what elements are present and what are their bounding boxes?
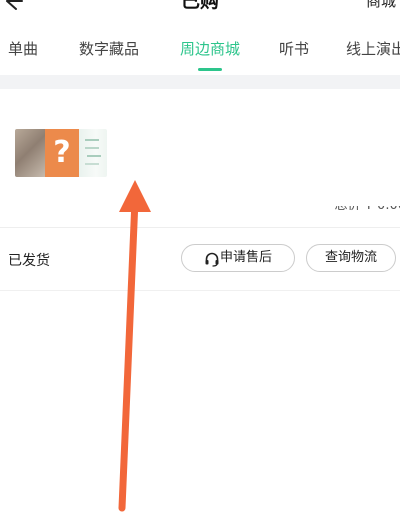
top-nav-bar: 已购 商城 xyxy=(0,0,400,20)
thumbnail-blurred-card xyxy=(79,129,107,177)
product-thumbnail[interactable]: ? xyxy=(15,129,107,177)
track-logistics-label: 查询物流 xyxy=(324,250,377,265)
page-title: 已购 xyxy=(180,0,219,12)
tab-audiobooks[interactable]: 听书 xyxy=(279,38,309,60)
headset-icon xyxy=(205,252,219,267)
card-divider xyxy=(0,227,400,228)
order-card[interactable]: ? 总价 ¥ 0.00 已发货 申请售后 查询物流 xyxy=(0,89,400,291)
section-gap xyxy=(0,75,400,89)
card-bottom-divider xyxy=(0,290,400,291)
order-status: 已发货 xyxy=(8,253,50,269)
question-mark-icon: ? xyxy=(45,129,79,177)
after-sale-label: 申请售后 xyxy=(220,250,273,265)
tab-digital-collectibles[interactable]: 数字藏品 xyxy=(79,38,139,60)
mall-link[interactable]: 商城 xyxy=(366,0,396,12)
thumbnail-blurred-photo xyxy=(15,129,47,177)
active-tab-indicator xyxy=(198,68,222,71)
track-logistics-button[interactable]: 查询物流 xyxy=(306,244,396,272)
after-sale-button[interactable]: 申请售后 xyxy=(181,244,295,272)
purchased-page: 已购 商城 单曲 数字藏品 周边商城 听书 线上演出 ? 总价 ¥ 0.00 已… xyxy=(0,0,400,514)
order-total: 总价 ¥ 0.00 xyxy=(334,198,400,213)
tab-online-shows[interactable]: 线上演出 xyxy=(346,38,400,60)
category-tabs: 单曲 数字藏品 周边商城 听书 线上演出 xyxy=(0,32,400,71)
tab-single-songs[interactable]: 单曲 xyxy=(8,38,38,60)
tab-merch-mall[interactable]: 周边商城 xyxy=(180,38,240,60)
